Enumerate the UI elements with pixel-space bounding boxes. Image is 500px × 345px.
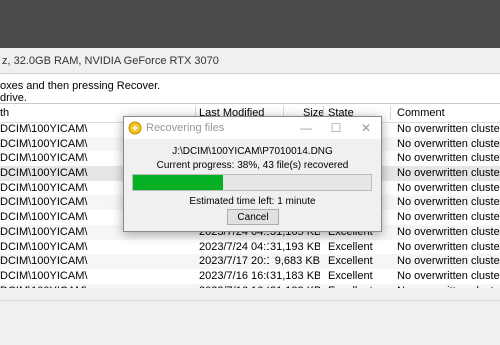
bottom-panel [0, 288, 500, 345]
table-row[interactable]: DCIM\100YICAM\ 2023/7/16 16:0731,183 KB Ex… [0, 269, 500, 284]
recovering-files-dialog: Recovering files — ☐ ✕ J:\DCIM\100YICAM\… [123, 116, 382, 232]
comment-cell: No overwritten clusters d [397, 240, 500, 253]
modified-cell: 2023/7/16 16:07 [199, 269, 269, 282]
state-cell: Excellent [328, 269, 373, 282]
divider [0, 300, 500, 301]
column-separator[interactable] [390, 106, 391, 120]
current-file-path: J:\DCIM\100YICAM\P7010014.DNG [172, 146, 333, 157]
comment-cell: No overwritten clusters d [397, 137, 500, 150]
comment-cell: No overwritten clusters d [397, 269, 500, 282]
progress-text: Current progress: 38%, 43 file(s) recove… [156, 160, 349, 171]
state-cell: Excellent [328, 240, 373, 253]
header-path[interactable]: th [0, 104, 9, 122]
comment-cell: No overwritten clusters d [397, 225, 500, 238]
dialog-title: Recovering files [146, 122, 225, 134]
app-title-bar [0, 0, 500, 48]
comment-cell: No overwritten clusters d [397, 211, 500, 224]
path-cell: DCIM\100YICAM\ [0, 269, 88, 282]
progress-bar [132, 174, 372, 191]
estimated-time: Estimated time left: 1 minute [189, 196, 316, 207]
maximize-icon[interactable]: ☐ [321, 117, 351, 139]
modified-cell: 2023/7/17 20:12 [199, 255, 269, 268]
modified-cell: 2023/7/24 04:10 [199, 240, 269, 253]
size-cell: 31,193 KB [270, 240, 320, 253]
dialog-title-bar: Recovering files — ☐ ✕ [124, 117, 381, 139]
comment-cell: No overwritten clusters d [397, 167, 500, 180]
comment-cell: No overwritten clusters d [397, 123, 500, 135]
path-cell: DCIM\100YICAM\ [0, 255, 88, 268]
instructions: oxes and then pressing Recover. drive. [0, 75, 500, 104]
comment-cell: No overwritten clusters d [397, 255, 500, 268]
comment-cell: No overwritten clusters d [397, 181, 500, 194]
progress-fill [133, 175, 224, 190]
table-row[interactable]: DCIM\100YICAM\ 2023/7/17 20:12 9,683 KB Exc… [0, 254, 500, 269]
close-icon[interactable]: ✕ [351, 117, 381, 139]
comment-cell: No overwritten clusters d [397, 152, 500, 165]
minimize-icon[interactable]: — [291, 117, 321, 139]
cancel-button[interactable]: Cancel [227, 209, 279, 225]
size-cell: 9,683 KB [274, 255, 320, 268]
instruction-line-1: oxes and then pressing Recover. [0, 80, 161, 92]
recover-app-icon [128, 121, 142, 135]
size-cell: 31,183 KB [270, 269, 320, 282]
comment-cell: No overwritten clusters d [397, 196, 500, 209]
system-info: z, 32.0GB RAM, NVIDIA GeForce RTX 3070 [0, 48, 500, 74]
table-row[interactable]: DCIM\100YICAM\ 2023/7/24 04:1031,193 KB Ex… [0, 240, 500, 255]
header-comment[interactable]: Comment [397, 104, 445, 122]
state-cell: Excellent [328, 255, 373, 268]
path-cell: DCIM\100YICAM\ [0, 240, 88, 253]
